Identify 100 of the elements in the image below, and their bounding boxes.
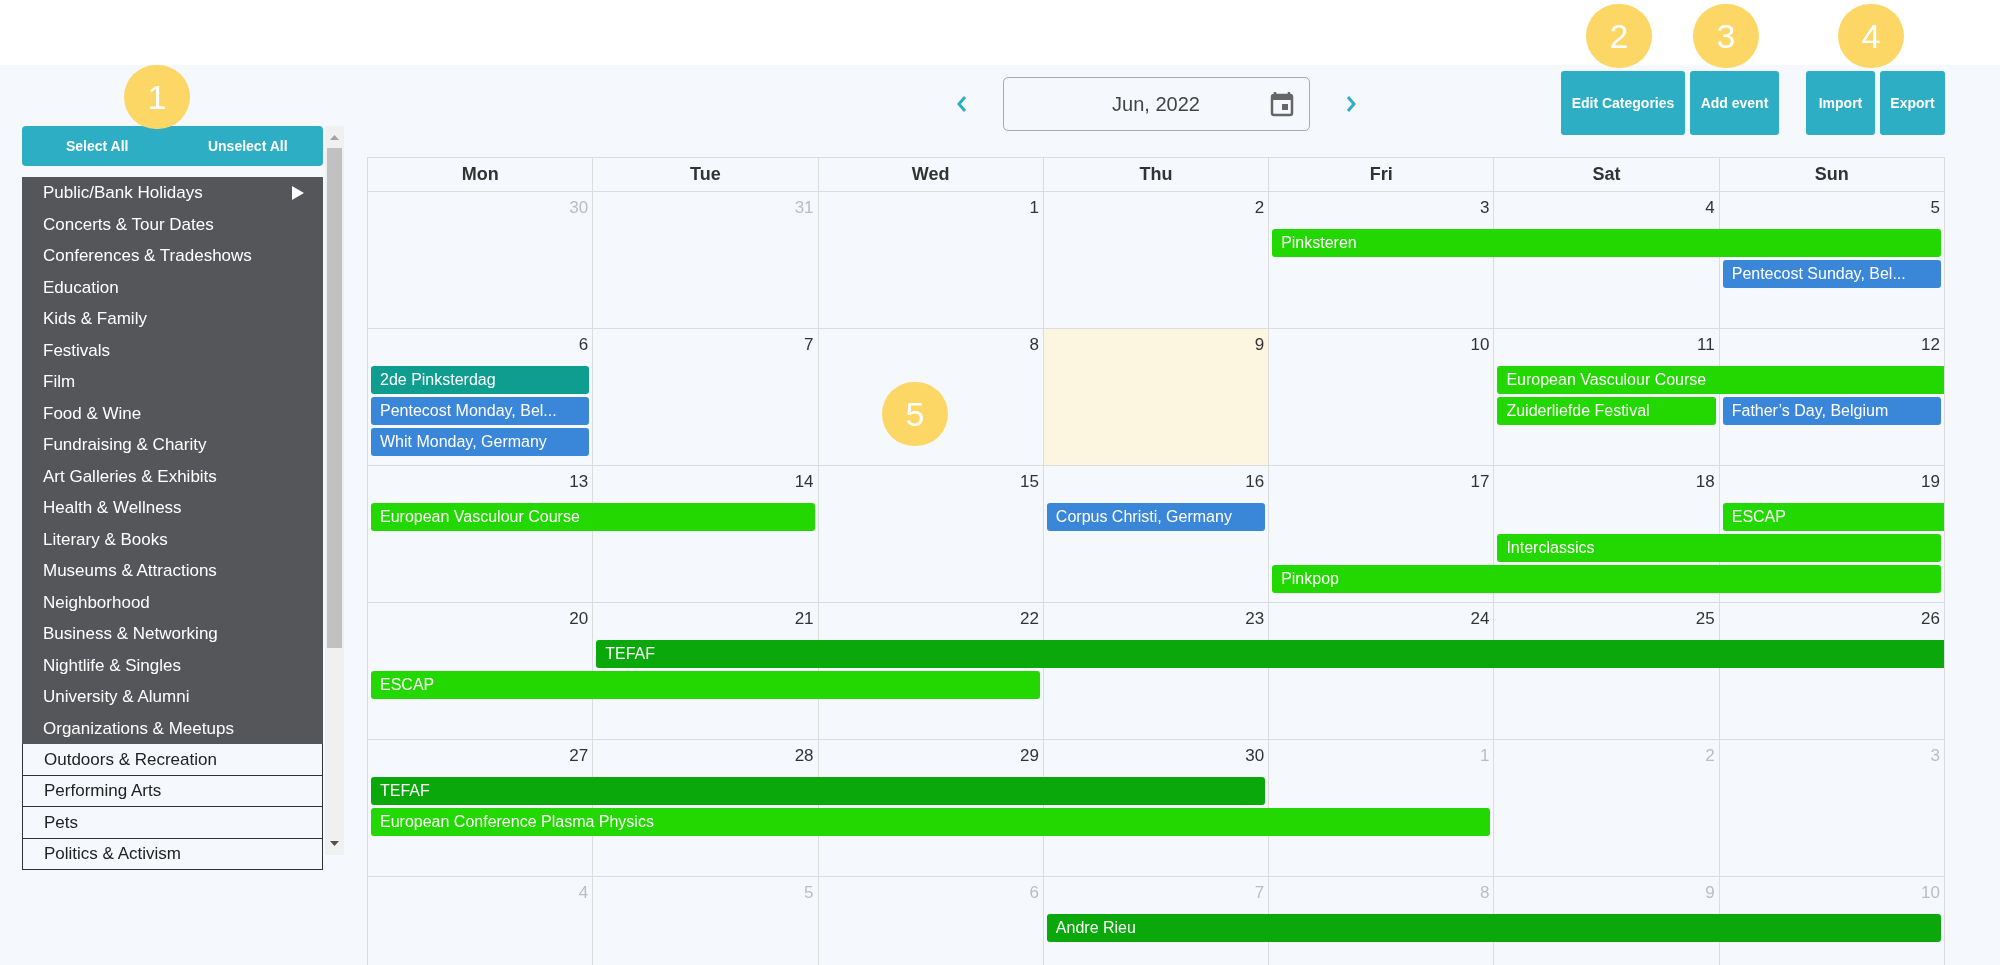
step-marker: 5: [882, 382, 948, 446]
day-number: 28: [794, 746, 814, 766]
select-all-button[interactable]: Select All: [22, 126, 173, 166]
event-bar[interactable]: Pinkpop: [1272, 565, 1941, 593]
weekday-header: Sat: [1494, 158, 1720, 192]
day-number: 2: [1705, 746, 1715, 766]
day-number: 10: [1470, 335, 1490, 355]
event-bar[interactable]: Whit Monday, Germany: [371, 428, 590, 456]
day-number: 3: [1930, 746, 1940, 766]
day-number: 27: [569, 746, 589, 766]
category-item[interactable]: Museums & Attractions: [22, 555, 323, 587]
weekday-header: Thu: [1043, 158, 1270, 192]
day-number: 23: [1245, 609, 1265, 629]
previous-month-icon[interactable]: [954, 93, 969, 115]
day-number: 12: [1921, 335, 1940, 355]
event-bar[interactable]: European Vasculour Course: [1497, 366, 1944, 394]
step-marker: 1: [124, 65, 190, 129]
weekday-header: Sun: [1719, 158, 1945, 192]
day-number: 24: [1470, 609, 1490, 629]
add-event-button[interactable]: Add event: [1690, 71, 1779, 135]
day-number: 15: [1019, 472, 1039, 492]
edit-categories-button[interactable]: Edit Categories: [1561, 71, 1685, 135]
category-item[interactable]: Performing Arts: [22, 775, 323, 807]
day-number: 5: [804, 883, 814, 903]
event-bar[interactable]: TEFAF: [371, 777, 1266, 805]
category-item[interactable]: Health & Wellness: [22, 492, 323, 524]
event-bar[interactable]: Interclassics: [1497, 534, 1941, 562]
event-bar[interactable]: Pentecost Monday, Bel...: [371, 397, 590, 425]
day-number: 18: [1695, 472, 1715, 492]
category-item[interactable]: Concerts & Tour Dates: [22, 208, 323, 240]
event-bar[interactable]: European Conference Plasma Physics: [371, 808, 1491, 836]
day-number: 21: [794, 609, 814, 629]
day-number: 17: [1470, 472, 1490, 492]
category-item[interactable]: Organizations & Meetups: [22, 712, 323, 744]
weekday-header: Wed: [818, 158, 1044, 192]
category-item[interactable]: University & Alumni: [22, 681, 323, 713]
unselect-all-button[interactable]: Unselect All: [172, 126, 323, 166]
day-number: 9: [1254, 335, 1265, 355]
event-bar[interactable]: Pentecost Sunday, Bel...: [1722, 260, 1941, 288]
category-item[interactable]: Nightlife & Singles: [22, 649, 323, 681]
event-bar[interactable]: ESCAP: [1722, 503, 1944, 531]
export-button[interactable]: Export: [1880, 71, 1945, 135]
expand-triangle-icon[interactable]: [291, 184, 305, 201]
day-number: 25: [1695, 609, 1715, 629]
event-bar[interactable]: European Vasculour Course: [371, 503, 815, 531]
category-item[interactable]: Kids & Family: [22, 303, 323, 335]
category-item[interactable]: Film: [22, 366, 323, 398]
event-bar[interactable]: Father’s Day, Belgium: [1722, 397, 1941, 425]
event-bar[interactable]: TEFAF: [596, 640, 1944, 668]
calendar-icon[interactable]: [1269, 91, 1294, 117]
event-bar[interactable]: 2de Pinksterdag: [371, 366, 590, 394]
category-item[interactable]: Art Galleries & Exhibits: [22, 460, 323, 492]
day-number: 30: [569, 198, 589, 218]
event-bar[interactable]: ESCAP: [371, 671, 1040, 699]
day-number: 5: [1930, 198, 1940, 218]
category-item[interactable]: Business & Networking: [22, 618, 323, 650]
day-number: 8: [1479, 883, 1490, 903]
scrollbar[interactable]: [325, 126, 344, 855]
category-item[interactable]: Conferences & Tradeshows: [22, 240, 323, 272]
category-item[interactable]: Festivals: [22, 334, 323, 366]
day-number: 7: [1254, 883, 1265, 903]
event-bar[interactable]: Andre Rieu: [1046, 914, 1941, 942]
category-item[interactable]: Food & Wine: [22, 397, 323, 429]
category-item[interactable]: Politics & Activism: [22, 838, 323, 870]
month-field[interactable]: Jun, 2022: [1002, 77, 1310, 131]
weekday-header: Tue: [593, 158, 819, 192]
day-number: 14: [794, 472, 814, 492]
weekday-header: Fri: [1269, 158, 1495, 192]
day-number: 1: [1029, 198, 1039, 218]
category-item[interactable]: Public/Bank Holidays: [22, 177, 323, 209]
day-number: 20: [569, 609, 589, 629]
day-number: 13: [569, 472, 589, 492]
day-number: 19: [1921, 472, 1940, 492]
category-item[interactable]: Outdoors & Recreation: [22, 744, 323, 776]
day-number: 6: [1029, 883, 1039, 903]
day-number: 4: [1705, 198, 1715, 218]
category-item[interactable]: Fundraising & Charity: [22, 429, 323, 461]
day-number: 29: [1019, 746, 1039, 766]
day-number: 26: [1921, 609, 1940, 629]
event-bar[interactable]: Corpus Christi, Germany: [1046, 503, 1266, 531]
day-number: 11: [1697, 335, 1715, 355]
day-number: 7: [804, 335, 814, 355]
weekday-header: Mon: [368, 158, 594, 192]
event-bar[interactable]: Pinksteren: [1272, 229, 1941, 257]
day-number: 10: [1921, 883, 1940, 903]
day-number: 30: [1245, 746, 1265, 766]
day-number: 8: [1029, 335, 1039, 355]
day-number: 1: [1479, 746, 1490, 766]
day-number: 16: [1245, 472, 1265, 492]
day-number: 2: [1254, 198, 1265, 218]
event-bar[interactable]: Zuiderliefde Festival: [1497, 397, 1716, 425]
category-item[interactable]: Pets: [22, 807, 323, 839]
category-item[interactable]: Education: [22, 271, 323, 303]
day-number: 22: [1019, 609, 1039, 629]
day-number: 4: [578, 883, 589, 903]
day-number: 31: [794, 198, 814, 218]
day-number: 6: [578, 335, 589, 355]
category-item[interactable]: Literary & Books: [22, 523, 323, 555]
category-item[interactable]: Neighborhood: [22, 586, 323, 618]
import-button[interactable]: Import: [1806, 71, 1875, 135]
